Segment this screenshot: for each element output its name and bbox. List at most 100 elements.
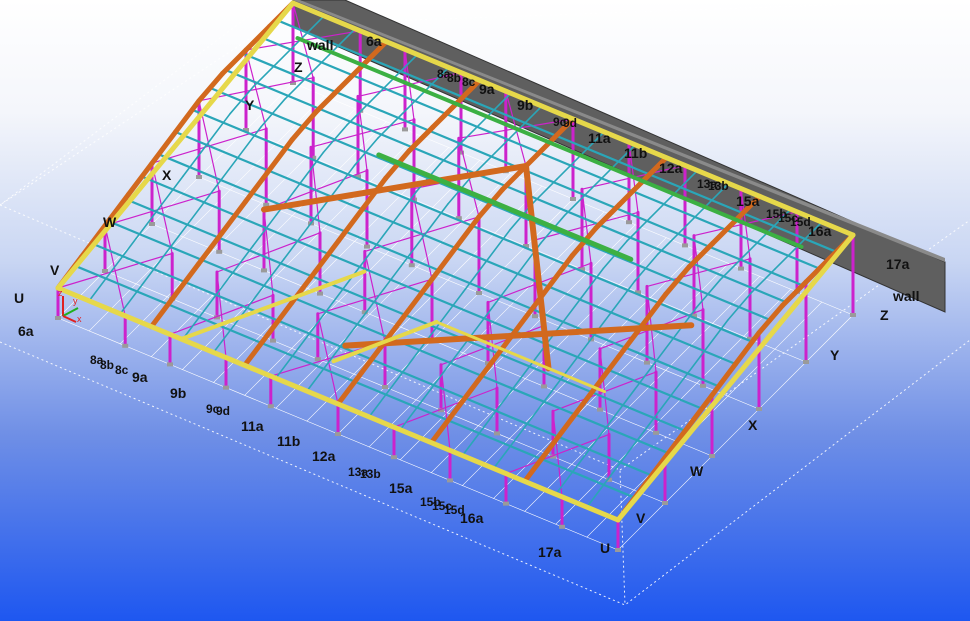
grid-label-x-right: X <box>748 417 758 433</box>
brace <box>104 225 126 317</box>
rafter <box>428 409 458 446</box>
base-plate <box>270 338 276 343</box>
edge-beam <box>55 285 621 523</box>
rafter <box>228 245 254 279</box>
rafter <box>586 475 612 508</box>
rafter <box>148 293 178 330</box>
base-plate <box>850 313 856 317</box>
rafter <box>182 144 208 177</box>
base-plate <box>503 501 509 506</box>
rafter <box>633 412 659 446</box>
rafter <box>335 370 364 407</box>
rafter <box>119 281 145 315</box>
axis-label: 11a <box>588 130 611 146</box>
base-plate <box>532 314 538 319</box>
base-plate <box>447 478 453 483</box>
base-plate <box>615 548 621 552</box>
axis-label: 17a <box>886 256 910 272</box>
base-plate <box>122 343 129 348</box>
base-plate <box>335 432 341 436</box>
rafter <box>462 260 488 293</box>
grid-lines <box>57 82 854 551</box>
base-plate <box>267 404 274 409</box>
base-plate <box>559 524 565 529</box>
rafter <box>336 206 365 244</box>
wall-label-right: wall <box>892 288 919 304</box>
axis-label: 12a <box>659 160 683 176</box>
rafter <box>242 331 271 368</box>
axis-label: 8b <box>100 358 114 372</box>
rafter <box>429 245 458 282</box>
base-plate <box>700 383 706 388</box>
axis-icon-x: x <box>77 314 82 324</box>
rafter <box>475 346 505 383</box>
grid-label-y-left: Y <box>245 97 255 113</box>
base-plate <box>55 316 61 320</box>
axis-label: 9a <box>479 81 495 97</box>
axis-label: 16a <box>808 223 832 239</box>
base-plate <box>402 127 408 132</box>
rafter <box>252 62 278 88</box>
ridge-beam <box>295 36 804 249</box>
grid-label-v-right: V <box>636 510 646 526</box>
axis-label: 16a <box>460 510 484 526</box>
wall-panel <box>292 0 946 313</box>
grid-label-w-right: W <box>690 463 704 479</box>
axis-label: 15a <box>389 480 413 496</box>
rafter <box>274 346 301 380</box>
axis-label: 6a <box>366 33 382 49</box>
model-viewport[interactable]: Z Y X W V U wall Z Y X W V U wall 6a 8a … <box>0 0 970 621</box>
base-plate <box>314 357 321 362</box>
axis-label: 9b <box>170 385 186 401</box>
base-plate <box>597 407 603 412</box>
base-plate <box>494 431 500 436</box>
grid-label-u-right: U <box>600 540 610 556</box>
rafter <box>399 397 425 431</box>
base-plate <box>653 430 659 435</box>
axis-label: 6a <box>18 323 34 339</box>
axis-label: 8b <box>447 71 461 85</box>
axis-label: 12a <box>312 448 336 464</box>
grid-label-x-left: X <box>162 167 172 183</box>
base-plate <box>317 291 323 296</box>
base-plate <box>644 360 650 365</box>
rafter <box>493 272 519 306</box>
grid-label-y-right: Y <box>830 347 840 363</box>
axis-label: 9b <box>517 97 533 113</box>
rafter <box>213 157 239 190</box>
axis-label: 9a <box>132 369 148 385</box>
axis-label: 9d <box>563 116 577 130</box>
edge-beam <box>615 232 856 523</box>
rafter <box>680 350 706 384</box>
rafter <box>461 423 487 457</box>
base-plate <box>803 360 809 364</box>
base-plate <box>476 291 482 295</box>
rafter <box>321 283 348 317</box>
base-plate <box>364 244 370 249</box>
rafter <box>275 182 301 216</box>
base-plate <box>662 501 668 505</box>
rafter <box>166 219 192 253</box>
axis-label: 11b <box>277 433 300 449</box>
base-plate <box>626 220 632 225</box>
structural-model-scene[interactable]: Z Y X W V U wall Z Y X W V U wall 6a 8a … <box>0 0 970 621</box>
base-plate <box>408 263 415 268</box>
axis-label: 11b <box>624 145 647 161</box>
axis-label: 13b <box>360 467 381 481</box>
grid-label-w-left: W <box>103 214 117 230</box>
wall-label-left: wall <box>306 37 333 53</box>
axis-label: 15a <box>736 193 760 209</box>
grid-label-z-right: Z <box>880 307 889 323</box>
base-plate <box>102 269 108 273</box>
base-plate <box>709 454 715 458</box>
axis-icon-y: y <box>73 296 78 306</box>
base-plate <box>167 362 173 367</box>
base-plate <box>223 385 229 390</box>
axis-label: 11a <box>241 418 264 434</box>
rafter <box>173 98 202 135</box>
axis-label: 17a <box>538 544 562 560</box>
base-plate <box>261 268 267 273</box>
base-plate <box>541 384 547 389</box>
base-plate <box>216 249 223 254</box>
base-plate <box>196 175 202 179</box>
